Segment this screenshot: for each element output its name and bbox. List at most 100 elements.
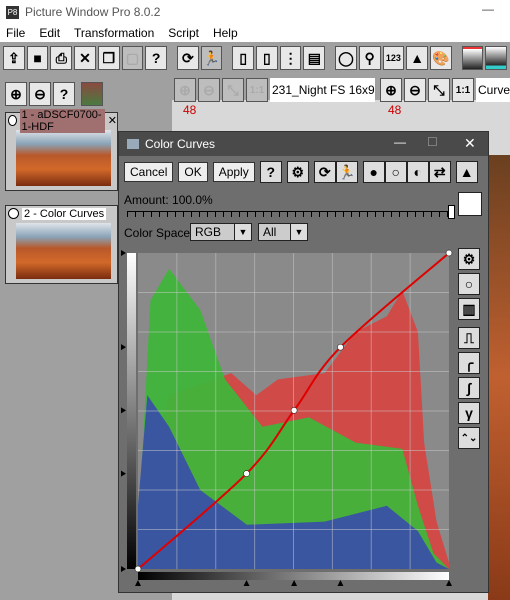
menu-transformation[interactable]: Transformation — [74, 26, 154, 40]
copy-icon[interactable]: ❐ — [97, 46, 120, 70]
image-panel-2[interactable]: 2 - Color Curves — [5, 205, 118, 284]
menu-help[interactable]: Help — [213, 26, 238, 40]
input-marker — [337, 580, 344, 586]
magnify-icon[interactable]: ⚲ — [358, 46, 381, 70]
histogram-icon[interactable]: ▲ — [406, 46, 428, 70]
zoom-out-icon[interactable]: ⊖ — [198, 78, 220, 102]
swap-icon[interactable]: ⇄ — [428, 161, 451, 183]
circle-icon[interactable]: ○ — [458, 273, 480, 295]
amount-slider-handle[interactable] — [448, 205, 455, 219]
dialog-title-bar: Color Curves — ☐ ✕ — [119, 132, 488, 156]
image-panel-1[interactable]: 1 - aDSCF0700-1-HDF ✕ — [5, 108, 118, 191]
paste-icon[interactable]: ▢ — [121, 46, 144, 70]
refresh-icon[interactable]: ⟳ — [176, 46, 199, 70]
amount-slider[interactable] — [127, 211, 452, 217]
dialog-toolbar: Cancel OK Apply ? ⚙ ⟳ 🏃 ● ○ ◐ ⇄ ▲ — [124, 161, 478, 183]
channel-select[interactable]: All ▼ — [258, 223, 308, 241]
panel-title: 2 - Color Curves — [22, 207, 107, 220]
title-bar: P8 Picture Window Pro 8.0.2 — — [0, 0, 510, 24]
help-icon[interactable]: ? — [259, 161, 282, 183]
run-icon[interactable]: 🏃 — [335, 161, 358, 183]
color-swatch[interactable] — [81, 82, 103, 106]
histogram-icon[interactable]: ▥ — [458, 298, 480, 320]
output-marker — [121, 470, 126, 477]
color-curves-dialog: Color Curves — ☐ ✕ Cancel OK Apply ? ⚙ ⟳… — [118, 131, 489, 593]
save-icon[interactable]: ■ — [26, 46, 49, 70]
dialog-icon — [127, 139, 139, 149]
up-down-icon[interactable]: ⌃⌄ — [458, 427, 480, 449]
refresh-icon[interactable]: ⟳ — [313, 161, 336, 183]
curve-tools: ⚙ ○ ▥ ⎍ ╭ ∫ γ ⌃⌄ — [458, 248, 480, 449]
color-space-select[interactable]: RGB ▼ — [190, 223, 252, 241]
minimize-button[interactable]: — — [482, 2, 494, 16]
zoom-out-icon[interactable]: ⊖ — [29, 82, 51, 106]
help-icon[interactable]: ? — [53, 82, 75, 106]
help-icon[interactable]: ? — [145, 46, 168, 70]
mouse-icon[interactable]: ◯ — [335, 46, 357, 70]
gray-circle-icon[interactable]: ● — [362, 161, 385, 183]
view2-title: Curves — [476, 78, 510, 102]
run-icon[interactable]: 🏃 — [200, 46, 223, 70]
half-circle-icon[interactable]: ◐ — [406, 161, 429, 183]
curves-graph[interactable] — [119, 247, 456, 594]
palette-icon[interactable]: 🎨 — [429, 46, 452, 70]
input-marker — [135, 580, 141, 586]
minimize-button[interactable]: — — [394, 135, 406, 149]
fit-icon[interactable]: ⤡ — [222, 78, 244, 102]
step-curve-icon[interactable]: ⎍ — [458, 327, 480, 349]
gradient-red-icon[interactable] — [461, 46, 484, 70]
close-icon[interactable]: ✕ — [74, 46, 96, 70]
view2-toolbar: ⊕ ⊖ ⤡ 1:1 Curves — [380, 78, 510, 102]
layout2-icon[interactable]: ▯ — [256, 46, 278, 70]
fit-icon[interactable]: ⤡ — [428, 78, 450, 102]
white-circle-icon[interactable]: ○ — [384, 161, 407, 183]
color-space-label: Color Space: — [124, 226, 194, 240]
zoom-in-icon[interactable]: ⊕ — [174, 78, 196, 102]
cancel-button[interactable]: Cancel — [124, 162, 174, 182]
one-to-one-button[interactable]: 1:1 — [452, 78, 474, 102]
select-radio[interactable] — [8, 115, 17, 126]
input-marker — [446, 580, 452, 586]
zoom-in-icon[interactable]: ⊕ — [5, 82, 27, 106]
ruler-label: 48 — [388, 103, 402, 117]
menu-script[interactable]: Script — [168, 26, 199, 40]
gamma-icon[interactable]: γ — [458, 402, 480, 424]
menu-file[interactable]: File — [6, 26, 25, 40]
maximize-button[interactable]: ☐ — [427, 135, 438, 149]
gear-icon[interactable]: ⚙ — [458, 248, 480, 270]
gear-icon[interactable]: ⚙ — [286, 161, 309, 183]
vertical-gradient — [127, 253, 136, 569]
close-button[interactable]: ✕ — [464, 135, 476, 152]
one-to-one-button[interactable]: 1:1 — [246, 78, 268, 102]
chevron-down-icon: ▼ — [234, 224, 251, 240]
numbers-icon[interactable]: 123 — [382, 46, 405, 70]
image-canvas — [488, 155, 510, 600]
layout3-icon[interactable]: ⋮ — [279, 46, 302, 70]
curve-control-point — [337, 343, 344, 351]
ruler-label: 48 — [183, 103, 197, 117]
amount-swatch — [458, 192, 482, 216]
layout1-icon[interactable]: ▯ — [232, 46, 255, 70]
zoom-out-icon[interactable]: ⊖ — [404, 78, 426, 102]
gradient-cyan-icon[interactable] — [485, 46, 508, 70]
output-marker — [121, 344, 126, 351]
select-radio[interactable] — [8, 208, 19, 219]
layout4-icon[interactable]: ▤ — [303, 46, 326, 70]
horizontal-gradient — [138, 572, 449, 580]
chevron-down-icon: ▼ — [290, 224, 307, 240]
histogram-icon[interactable]: ▲ — [455, 161, 478, 183]
zoom-in-icon[interactable]: ⊕ — [380, 78, 402, 102]
open-icon[interactable]: ⇪ — [3, 46, 25, 70]
smooth-curve-icon[interactable]: ╭ — [458, 352, 480, 374]
dialog-title: Color Curves — [145, 137, 216, 151]
curve-control-point — [445, 249, 453, 257]
curve-control-point — [243, 470, 250, 477]
print-icon[interactable]: ⎙ — [50, 46, 73, 70]
view1-toolbar: ⊕ ⊖ ⤡ 1:1 231_Night FS 16x9r v — [174, 78, 375, 102]
menu-edit[interactable]: Edit — [39, 26, 60, 40]
apply-button[interactable]: Apply — [212, 162, 255, 182]
ok-button[interactable]: OK — [178, 162, 208, 182]
s-curve-icon[interactable]: ∫ — [458, 377, 480, 399]
view1-title: 231_Night FS 16x9r v — [270, 78, 375, 102]
close-icon[interactable]: ✕ — [108, 114, 117, 127]
